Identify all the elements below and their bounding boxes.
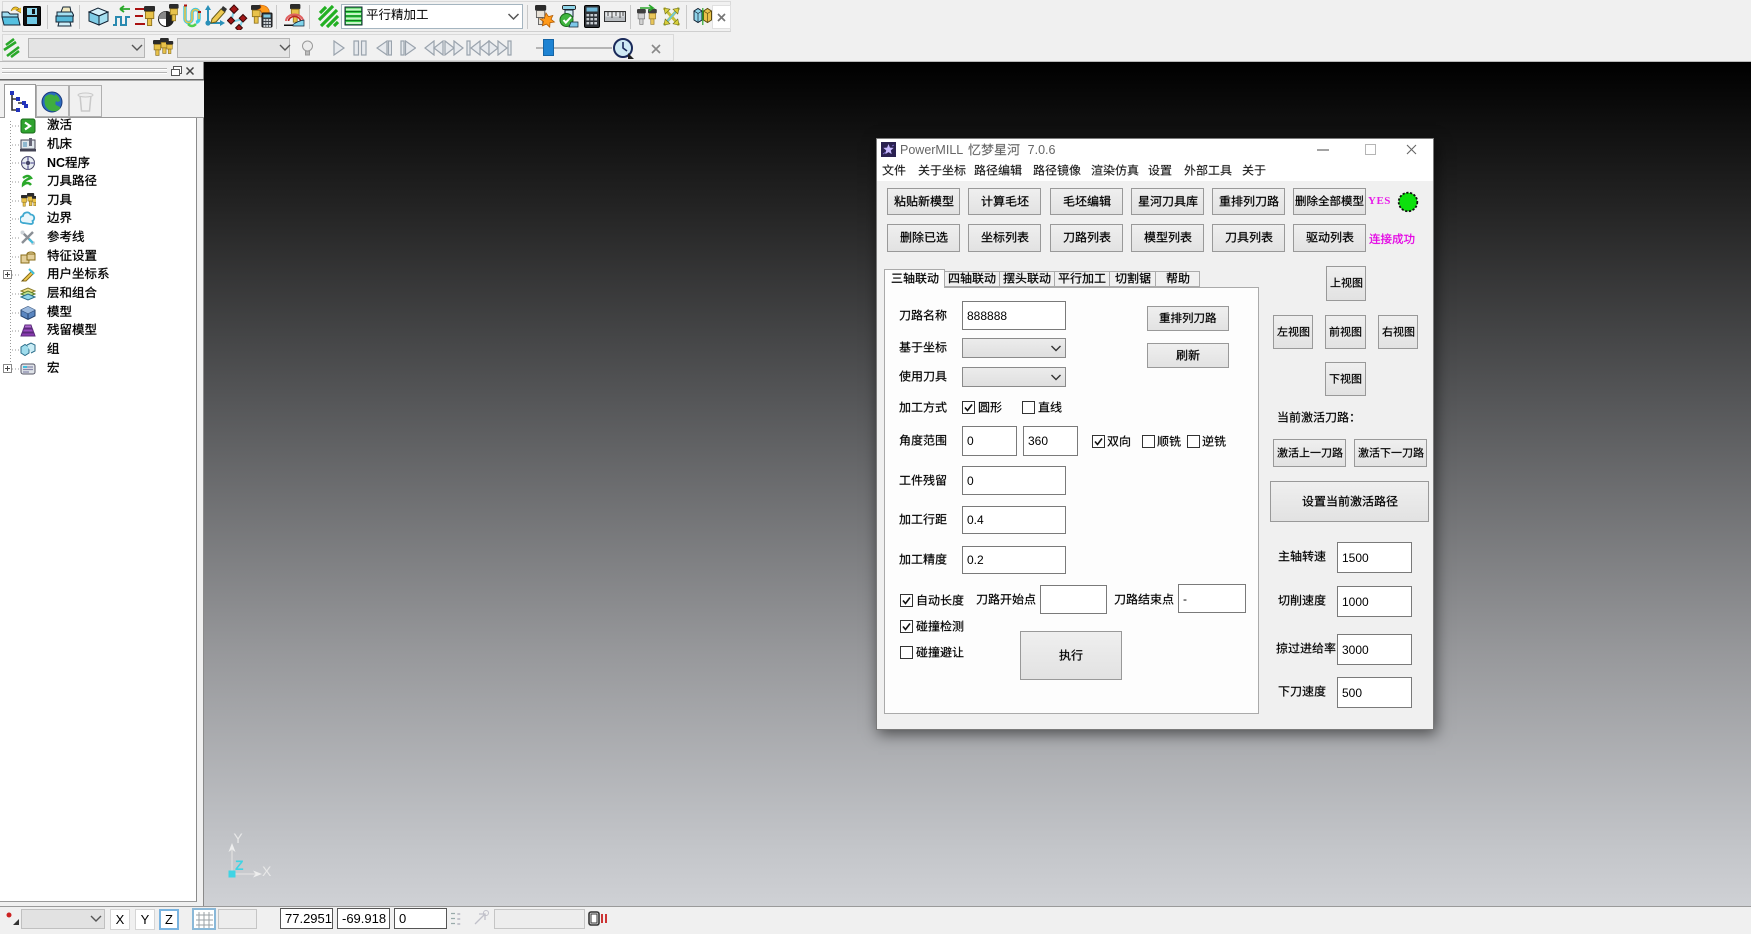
svg-text:Y: Y — [233, 830, 243, 846]
svg-text:=: = — [457, 922, 461, 927]
svg-text:Z: Z — [235, 857, 244, 873]
svg-text:X: X — [262, 863, 272, 879]
